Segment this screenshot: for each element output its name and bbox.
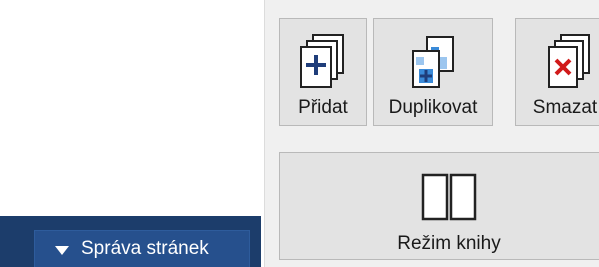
page-management-toggle[interactable]: Správa stránek [34,230,250,267]
triangle-down-icon [55,245,69,255]
page-management-label: Správa stránek [81,238,209,259]
book-icon [421,173,477,221]
add-page-label: Přidat [298,97,348,118]
add-page-icon [300,34,344,88]
duplicate-page-label: Duplikovat [388,97,478,118]
book-mode-button[interactable]: Režim knihy [279,152,599,260]
delete-page-icon [548,34,590,88]
delete-page-label: Smazat [532,97,598,118]
book-mode-label: Režim knihy [397,233,501,254]
page-tools-panel: Přidat Duplikovat Smazat Režim knihy [264,0,599,267]
add-page-button[interactable]: Přidat [279,18,367,126]
bottom-bar: Správa stránek [0,216,261,267]
duplicate-page-button[interactable]: Duplikovat [373,18,493,126]
duplicate-page-icon [412,36,454,88]
delete-page-button[interactable]: Smazat [515,18,599,126]
